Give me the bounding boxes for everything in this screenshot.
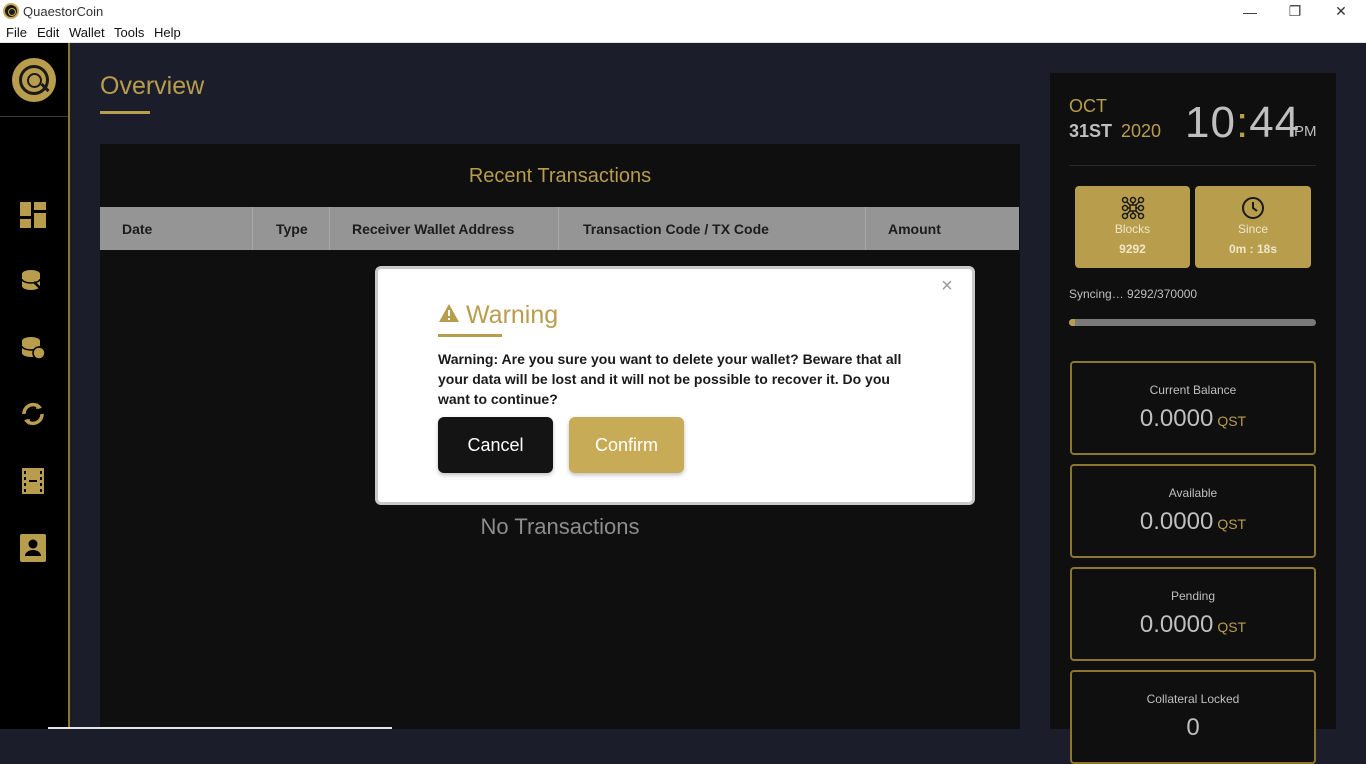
film-icon[interactable] [19, 467, 47, 495]
sidebar-divider [0, 116, 68, 117]
date-year: 2020 [1121, 121, 1162, 141]
date-month: OCT [1069, 96, 1107, 116]
column-type[interactable]: Type [253, 207, 330, 250]
date-day: 31ST [1069, 121, 1113, 141]
column-amount[interactable]: Amount [866, 207, 1019, 250]
clock-icon [1195, 196, 1311, 220]
pending-balance-card: Pending 0.0000 QST [1070, 567, 1316, 661]
menu-wallet[interactable]: Wallet [69, 25, 105, 40]
cancel-button[interactable]: Cancel [438, 417, 553, 473]
column-tx-code[interactable]: Transaction Code / TX Code [559, 207, 866, 250]
column-receiver-address[interactable]: Receiver Wallet Address [330, 207, 559, 250]
pending-value: 0.0000 [1139, 611, 1214, 638]
available-amount: 0.0000 QST [1072, 508, 1314, 536]
current-balance-unit: QST [1217, 413, 1247, 429]
blocks-card: Blocks 9292 [1075, 186, 1190, 268]
current-balance-card: Current Balance 0.0000 QST [1070, 361, 1316, 455]
column-date[interactable]: Date [100, 207, 253, 250]
blocks-value: 9292 [1119, 242, 1146, 256]
coin-send-icon[interactable] [19, 267, 47, 295]
right-panel-divider [1069, 165, 1316, 166]
page-title: Overview [100, 72, 205, 100]
quaestor-logo-icon[interactable] [12, 58, 56, 102]
blocks-network-icon [1075, 196, 1190, 220]
dialog-title-underline [438, 334, 502, 337]
confirm-button[interactable]: Confirm [569, 417, 684, 473]
dialog-title: Warning [466, 300, 559, 329]
collateral-locked-value: 0 [1186, 714, 1200, 741]
contact-icon[interactable] [19, 534, 47, 562]
available-balance-card: Available 0.0000 QST [1070, 464, 1316, 558]
warning-dialog: × Warning Warning: Are you sure you want… [375, 266, 975, 505]
collateral-locked-amount: 0 [1072, 714, 1314, 742]
clock-time: 10:44 [1185, 98, 1300, 148]
title-bar: QuaestorCoin — ❐ ✕ [0, 0, 1366, 23]
collateral-locked-card: Collateral Locked 0 [1070, 670, 1316, 764]
recent-transactions-title: Recent Transactions [468, 165, 652, 187]
menu-help[interactable]: Help [154, 25, 181, 40]
clock-ampm: PM [1294, 123, 1317, 140]
menu-edit[interactable]: Edit [37, 25, 59, 40]
blocks-label: Blocks [1114, 222, 1151, 236]
pending-label: Pending [1170, 589, 1216, 603]
clock-colon: : [1235, 98, 1250, 147]
available-unit: QST [1217, 516, 1247, 532]
maximize-button[interactable]: ❐ [1272, 0, 1318, 23]
since-card: Since 0m : 18s [1195, 186, 1311, 268]
current-balance-amount: 0.0000 QST [1072, 405, 1314, 433]
app-logo-icon [3, 3, 19, 19]
pending-unit: QST [1217, 619, 1247, 635]
collateral-locked-label: Collateral Locked [1146, 692, 1240, 706]
available-value: 0.0000 [1139, 508, 1214, 535]
dialog-title-row: Warning [438, 299, 558, 331]
coin-receive-icon[interactable] [19, 334, 47, 362]
available-label: Available [1168, 486, 1218, 500]
sync-progress-bar [1069, 319, 1316, 326]
dialog-close-button[interactable]: × [938, 276, 956, 296]
window-title: QuaestorCoin [23, 4, 104, 19]
clock-minute: 44 [1249, 98, 1301, 147]
close-window-button[interactable]: ✕ [1318, 0, 1364, 23]
sync-progress-fill [1069, 319, 1076, 326]
dialog-message: Warning: Are you sure you want to delete… [438, 351, 902, 407]
menu-file[interactable]: File [6, 25, 27, 40]
current-balance-value: 0.0000 [1139, 405, 1214, 432]
transactions-table-header: Date Type Receiver Wallet Address Transa… [100, 207, 1019, 250]
sync-status-text: Syncing… 9292/370000 [1069, 287, 1198, 301]
title-underline [100, 111, 150, 114]
menu-tools[interactable]: Tools [114, 25, 144, 40]
warning-triangle-icon [438, 303, 460, 328]
since-label: Since [1237, 222, 1269, 236]
dashboard-icon[interactable] [19, 201, 47, 229]
current-balance-label: Current Balance [1149, 383, 1237, 397]
menu-bar: File Edit Wallet Tools Help [0, 23, 1366, 43]
no-transactions-text: No Transactions [480, 514, 640, 539]
pending-amount: 0.0000 QST [1072, 611, 1314, 639]
sidebar [0, 43, 70, 729]
since-value: 0m : 18s [1228, 242, 1278, 256]
sync-icon[interactable] [19, 400, 47, 428]
minimize-button[interactable]: — [1227, 0, 1273, 23]
right-panel: OCT 31ST 2020 10:44 PM Blocks 9292 Since… [1050, 73, 1336, 764]
clock-hour: 10 [1185, 98, 1236, 147]
